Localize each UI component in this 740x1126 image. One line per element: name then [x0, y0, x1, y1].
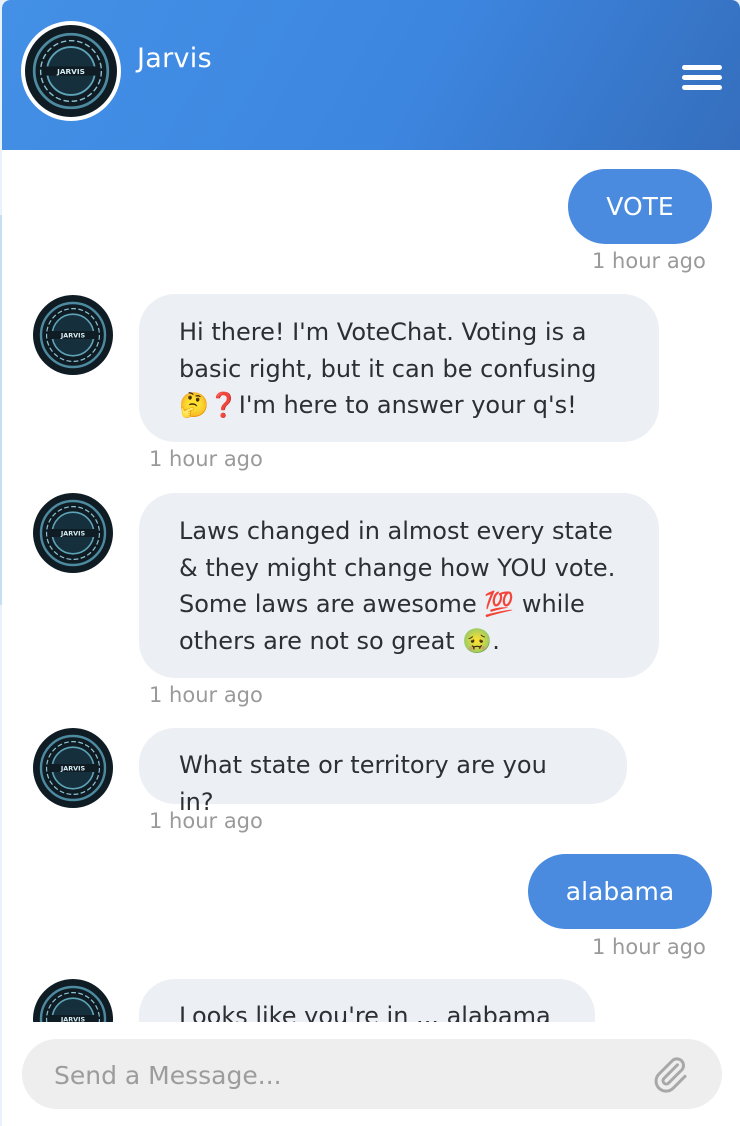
message-input[interactable]: [52, 1039, 636, 1111]
svg-text:JARVIS: JARVIS: [60, 529, 86, 537]
svg-text:JARVIS: JARVIS: [60, 331, 86, 339]
message-list[interactable]: VOTE 1 hour ago JARVIS Hi there! I'm Vot…: [2, 150, 740, 1022]
bot-avatar: JARVIS: [33, 728, 113, 808]
message-timestamp: 1 hour ago: [149, 447, 263, 471]
bot-message: Hi there! I'm VoteChat. Voting is a basi…: [139, 294, 659, 442]
user-message: alabama: [528, 854, 712, 929]
message-timestamp: 1 hour ago: [149, 683, 263, 707]
jarvis-logo-icon: JARVIS: [33, 979, 113, 1022]
message-timestamp: 1 hour ago: [592, 935, 706, 959]
bot-avatar: JARVIS: [33, 493, 113, 573]
chat-title: Jarvis: [137, 43, 212, 74]
chat-widget: JARVIS Jarvis VOTE 1 hour ago JARVIS Hi …: [2, 0, 740, 1126]
jarvis-logo-icon: JARVIS: [33, 493, 113, 573]
svg-text:JARVIS: JARVIS: [56, 67, 85, 76]
bot-avatar: JARVIS: [33, 979, 113, 1022]
bot-message: Laws changed in almost every state & the…: [139, 493, 659, 678]
message-text: Laws changed in almost every state & the…: [179, 517, 616, 655]
message-composer: [22, 1039, 722, 1111]
bot-avatar: JARVIS: [33, 295, 113, 375]
jarvis-logo-icon: JARVIS: [25, 25, 117, 117]
jarvis-logo-icon: JARVIS: [33, 728, 113, 808]
message-text: alabama: [565, 877, 675, 906]
bot-message: Looks like you're in ... alabama: [139, 979, 595, 1022]
hamburger-menu-icon[interactable]: [678, 65, 722, 95]
bot-message: What state or territory are you in?: [139, 728, 627, 816]
message-text: VOTE: [606, 192, 674, 221]
message-timestamp: 1 hour ago: [149, 809, 263, 833]
message-text: Hi there! I'm VoteChat. Voting is a basi…: [179, 318, 597, 419]
message-timestamp: 1 hour ago: [592, 249, 706, 273]
chat-header: JARVIS Jarvis: [2, 0, 740, 150]
svg-text:JARVIS: JARVIS: [60, 764, 86, 772]
paperclip-icon[interactable]: [650, 1054, 690, 1094]
svg-text:JARVIS: JARVIS: [60, 1015, 86, 1022]
user-message: VOTE: [568, 169, 712, 244]
message-text: Looks like you're in ... alabama: [179, 1002, 551, 1022]
jarvis-logo-icon: JARVIS: [33, 295, 113, 375]
bot-avatar: JARVIS: [21, 21, 121, 121]
message-text: What state or territory are you in?: [179, 751, 547, 816]
